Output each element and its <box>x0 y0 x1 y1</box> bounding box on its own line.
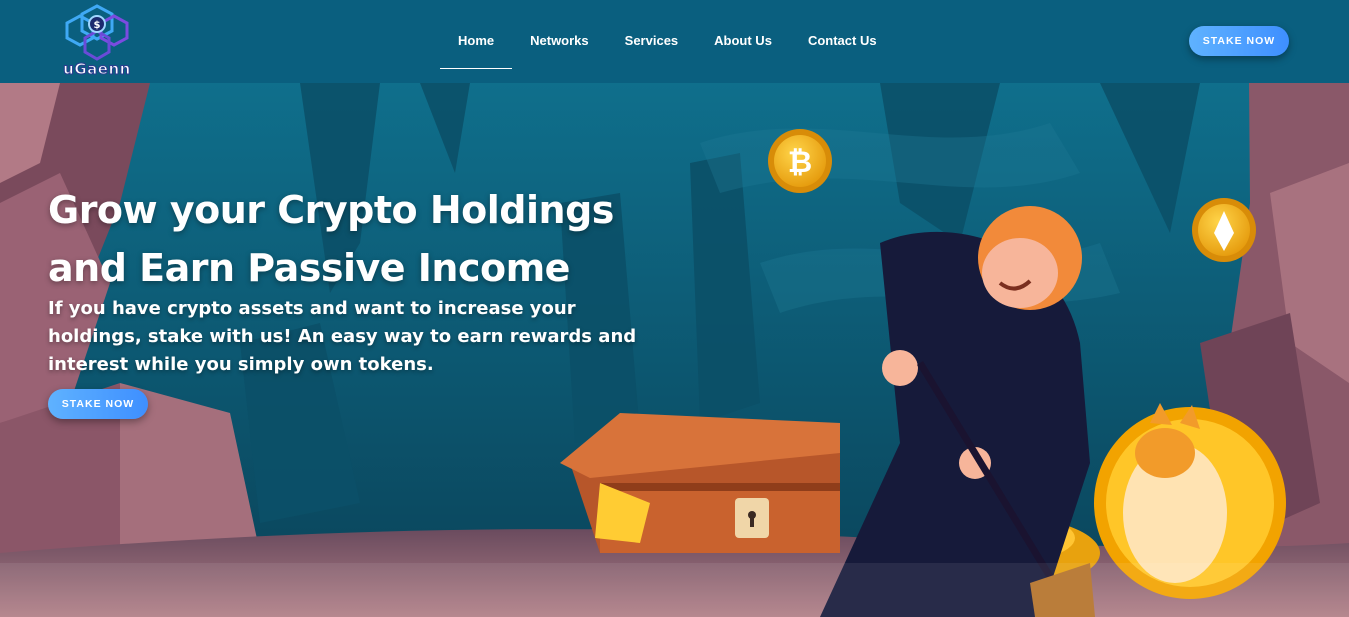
bitcoin-coin-icon: ₿ <box>768 129 832 193</box>
nav-contact-us[interactable]: Contact Us <box>790 0 895 83</box>
hero-title-line-1: Grow your Crypto Holdings <box>48 188 614 232</box>
hero-title-line-2: and Earn Passive Income <box>48 246 570 290</box>
stake-now-header-button[interactable]: STAKE NOW <box>1189 26 1289 56</box>
hero-subtitle: If you have crypto assets and want to in… <box>48 298 637 375</box>
hero-section: ₿ Grow your Crypto Holdings and Earn Pas… <box>0 83 1349 617</box>
treasure-chest <box>560 413 840 553</box>
nav-networks[interactable]: Networks <box>512 0 607 83</box>
token-coin-icon <box>1192 198 1256 262</box>
svg-text:$: $ <box>94 20 101 31</box>
nav-about-us[interactable]: About Us <box>696 0 790 83</box>
nav-home[interactable]: Home <box>440 0 513 83</box>
hero-title: Grow your Crypto Holdings and Earn Passi… <box>48 181 668 297</box>
brand-logo[interactable]: $ uGaenn <box>60 4 134 80</box>
stake-now-hero-button[interactable]: STAKE NOW <box>48 389 148 419</box>
hexagon-logo-icon: $ <box>65 4 129 61</box>
main-nav: Home Networks Services About Us Contact … <box>440 0 895 83</box>
navbar: $ uGaenn Home Networks Services About Us… <box>0 0 1349 83</box>
svg-text:₿: ₿ <box>788 145 812 180</box>
brand-name: uGaenn <box>63 60 131 79</box>
nav-services[interactable]: Services <box>607 0 697 83</box>
